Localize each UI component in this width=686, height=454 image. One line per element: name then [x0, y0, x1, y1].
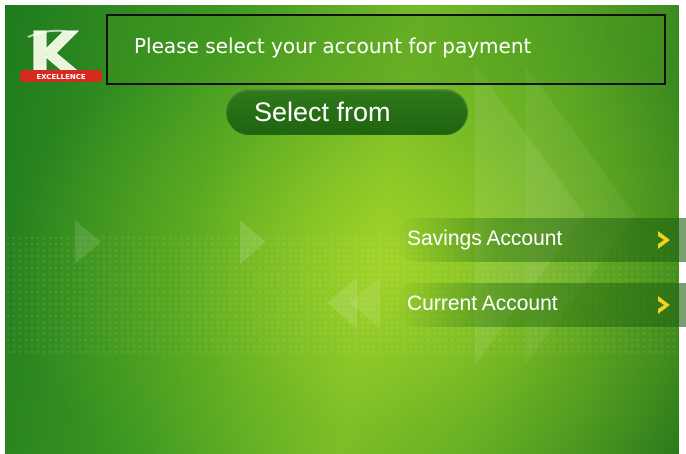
savings-account-button[interactable]: Savings Account: [395, 218, 686, 262]
select-from-title: Select from: [226, 89, 468, 135]
decorative-chevron: [350, 277, 380, 329]
chevron-right-icon: [658, 296, 670, 314]
atm-screen: EXCELLENCE Please select your account fo…: [0, 0, 686, 454]
select-from-label: Select from: [254, 97, 391, 127]
svg-text:EXCELLENCE: EXCELLENCE: [36, 73, 86, 81]
decorative-chevron: [75, 220, 101, 264]
current-account-button[interactable]: Current Account: [395, 283, 686, 327]
chevron-right-icon: [658, 231, 670, 249]
instruction-text: Please select your account for payment: [134, 34, 532, 58]
instruction-banner: Please select your account for payment: [106, 14, 666, 85]
savings-account-label: Savings Account: [407, 227, 563, 250]
current-account-label: Current Account: [407, 292, 558, 315]
bank-logo-icon: EXCELLENCE: [20, 27, 102, 87]
decorative-chevron: [240, 220, 266, 264]
